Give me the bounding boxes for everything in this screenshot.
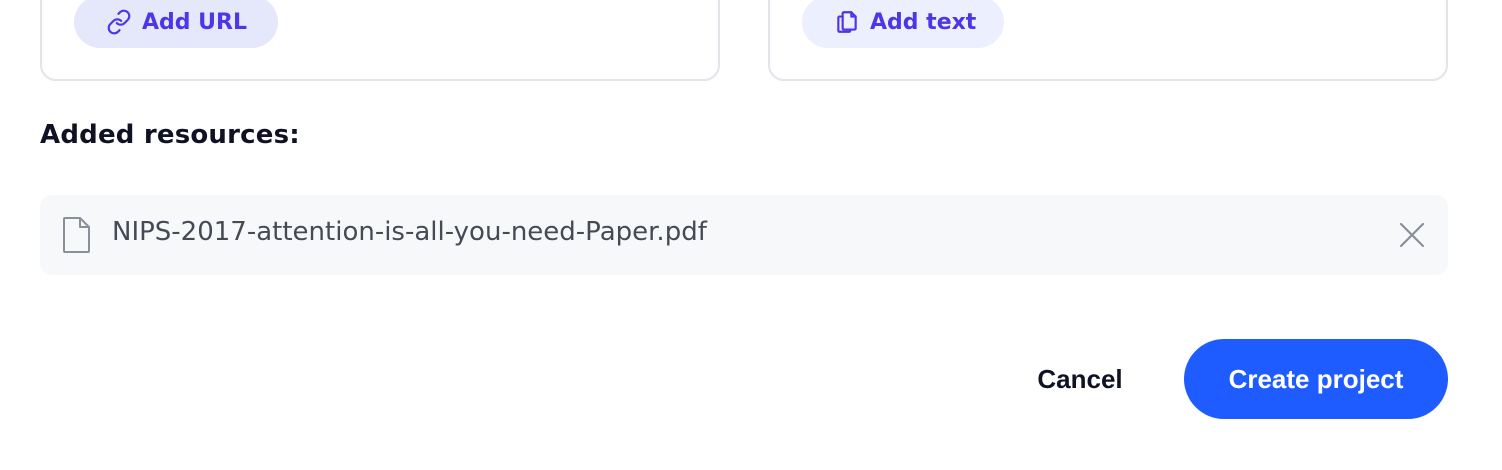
resource-file-name: NIPS-2017-attention-is-all-you-need-Pape… — [112, 217, 707, 247]
file-icon — [62, 216, 92, 254]
add-text-button[interactable]: Add text — [802, 0, 1004, 48]
cancel-button[interactable]: Cancel — [1010, 340, 1150, 418]
add-url-label: Add URL — [142, 9, 248, 35]
copy-document-icon — [834, 9, 860, 35]
resource-item: NIPS-2017-attention-is-all-you-need-Pape… — [40, 195, 1448, 275]
close-icon — [1399, 222, 1425, 248]
add-url-button[interactable]: Add URL — [74, 0, 278, 48]
link-icon — [106, 9, 132, 35]
remove-resource-button[interactable] — [1398, 221, 1426, 249]
create-project-button[interactable]: Create project — [1184, 339, 1448, 419]
added-resources-title: Added resources: — [40, 120, 300, 150]
add-text-label: Add text — [870, 9, 977, 35]
